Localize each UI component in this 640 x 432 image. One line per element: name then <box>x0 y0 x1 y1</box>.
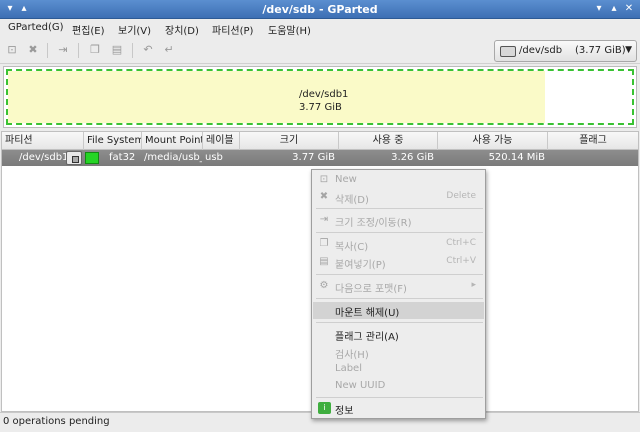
device-selector[interactable]: /dev/sdb (3.77 GiB) ▼ <box>494 40 637 62</box>
menu-item-label: 붙여넣기(P) <box>335 260 386 271</box>
column-filesystem[interactable]: File System <box>84 132 142 150</box>
format-icon: ⚙ <box>319 280 329 291</box>
partition-block-name: /dev/sdb1 <box>299 89 349 100</box>
menu-separator <box>316 298 483 299</box>
maximize-icon[interactable]: ▴ <box>607 2 621 16</box>
menu-bar: GParted(G) 편집(E) 보기(V) 장치(D) 파티션(P) 도움말(… <box>0 19 640 38</box>
menu-separator <box>316 322 483 323</box>
used-space-fill <box>8 71 545 123</box>
menu-item-shortcut: Ctrl+V <box>446 256 476 266</box>
column-flags[interactable]: 플래그 <box>548 132 638 150</box>
device-size: (3.77 GiB) <box>575 45 626 56</box>
paste-icon[interactable]: ▤ <box>110 43 124 57</box>
menu-item-paste[interactable]: ▤ 붙여넣기(P) Ctrl+V <box>313 254 484 271</box>
menu-separator <box>316 397 483 398</box>
menu-item-unmount[interactable]: 마운트 해제(U) <box>313 302 484 319</box>
cell-size: 3.77 GiB <box>292 152 335 163</box>
column-partition[interactable]: 파티션 <box>2 132 84 150</box>
delete-icon: ✖ <box>319 191 329 202</box>
filesystem-color-swatch <box>85 152 99 164</box>
toolbar-separator <box>78 43 79 58</box>
menu-separator <box>316 274 483 275</box>
menu-item-label: New <box>335 174 357 185</box>
menu-edit[interactable]: 편집(E) <box>72 22 105 37</box>
menu-item-format[interactable]: ⚙ 다음으로 포맷(F) ▸ <box>313 278 484 295</box>
toolbar-separator <box>47 43 48 58</box>
cell-label: usb <box>205 152 223 163</box>
close-icon[interactable]: ✕ <box>622 2 636 16</box>
cell-partition: /dev/sdb1 <box>19 152 69 163</box>
cell-unused: 520.14 MiB <box>488 152 545 163</box>
menu-help[interactable]: 도움말(H) <box>268 22 311 37</box>
window-title: /dev/sdb - GParted <box>262 3 378 16</box>
menu-item-new-uuid[interactable]: New UUID <box>313 378 484 395</box>
menu-item-delete[interactable]: ✖ 삭제(D) Delete <box>313 189 484 206</box>
partition-block-label: /dev/sdb1 3.77 GiB <box>299 88 348 114</box>
table-row[interactable]: /dev/sdb1 fat32 /media/usb_ usb 3.77 GiB… <box>2 150 638 166</box>
new-partition-icon[interactable]: ⊡ <box>5 43 19 57</box>
menu-view[interactable]: 보기(V) <box>118 22 151 37</box>
resize-move-icon: ⇥ <box>319 214 329 225</box>
paste-icon: ▤ <box>319 256 329 267</box>
lock-icon <box>66 151 82 165</box>
menu-item-copy[interactable]: ❐ 복사(C) Ctrl+C <box>313 236 484 253</box>
menu-item-label: 크기 조정/이동(R) <box>335 218 412 229</box>
chevron-down-icon: ▼ <box>625 45 632 55</box>
status-text: 0 operations pending <box>3 416 110 427</box>
column-size[interactable]: 크기 <box>240 132 339 150</box>
partition-block-size: 3.77 GiB <box>299 102 342 113</box>
menu-item-label: 복사(C) <box>335 242 369 253</box>
column-mount-point[interactable]: Mount Point <box>142 132 203 150</box>
context-menu: ⊡ New ✖ 삭제(D) Delete ⇥ 크기 조정/이동(R) ❐ 복사(… <box>311 169 486 419</box>
minimize-icon[interactable]: ▾ <box>592 2 606 16</box>
copy-icon[interactable]: ❐ <box>88 43 102 57</box>
cell-mount-point: /media/usb_ <box>144 152 202 163</box>
column-unused[interactable]: 사용 가능 <box>438 132 548 150</box>
menu-item-information[interactable]: i 정보 <box>313 400 484 417</box>
menu-item-label: 검사(H) <box>335 350 369 361</box>
menu-item-label: Label <box>335 363 362 374</box>
menu-separator <box>316 208 483 209</box>
menu-item-label: 마운트 해제(U) <box>335 308 400 319</box>
menu-partition[interactable]: 파티션(P) <box>212 22 253 37</box>
copy-icon: ❐ <box>319 238 329 249</box>
delete-icon[interactable]: ✖ <box>26 43 40 57</box>
menu-item-label: 플래그 관리(A) <box>335 332 399 343</box>
column-used[interactable]: 사용 중 <box>339 132 438 150</box>
menu-separator <box>316 232 483 233</box>
undo-icon[interactable]: ↶ <box>141 43 155 57</box>
menu-gparted[interactable]: GParted(G) <box>8 22 64 33</box>
resize-move-icon[interactable]: ⇥ <box>56 43 70 57</box>
new-partition-icon: ⊡ <box>319 174 329 185</box>
apply-icon[interactable]: ↵ <box>162 43 176 57</box>
menu-item-label: 삭제(D) <box>335 195 369 206</box>
menu-item-label: 다음으로 포맷(F) <box>335 284 407 295</box>
menu-item-resize[interactable]: ⇥ 크기 조정/이동(R) <box>313 212 484 229</box>
toolbar-separator <box>132 43 133 58</box>
submenu-arrow-icon: ▸ <box>471 280 476 290</box>
title-bar: ▾ ▴ /dev/sdb - GParted ▾ ▴ ✕ <box>0 0 640 19</box>
menu-item-shortcut: Ctrl+C <box>446 238 476 248</box>
table-header: 파티션 File System Mount Point 레이블 크기 사용 중 … <box>2 132 638 150</box>
info-icon: i <box>318 402 331 414</box>
column-label[interactable]: 레이블 <box>203 132 240 150</box>
disk-graphic: /dev/sdb1 3.77 GiB <box>3 66 637 128</box>
device-name: /dev/sdb <box>519 45 563 56</box>
harddisk-icon <box>500 46 516 57</box>
cell-used: 3.26 GiB <box>391 152 434 163</box>
menu-device[interactable]: 장치(D) <box>165 22 199 37</box>
menu-item-label-edit[interactable]: Label <box>313 361 484 378</box>
menu-item-label: New UUID <box>335 380 386 391</box>
menu-item-manage-flags[interactable]: 플래그 관리(A) <box>313 326 484 343</box>
menu-item-shortcut: Delete <box>446 191 476 201</box>
cell-filesystem: fat32 <box>109 152 136 163</box>
partition-block[interactable]: /dev/sdb1 3.77 GiB <box>6 69 634 125</box>
menu-item-label: 정보 <box>335 406 354 417</box>
menu-item-check[interactable]: 검사(H) <box>313 344 484 361</box>
menu-item-new[interactable]: ⊡ New <box>313 172 484 189</box>
